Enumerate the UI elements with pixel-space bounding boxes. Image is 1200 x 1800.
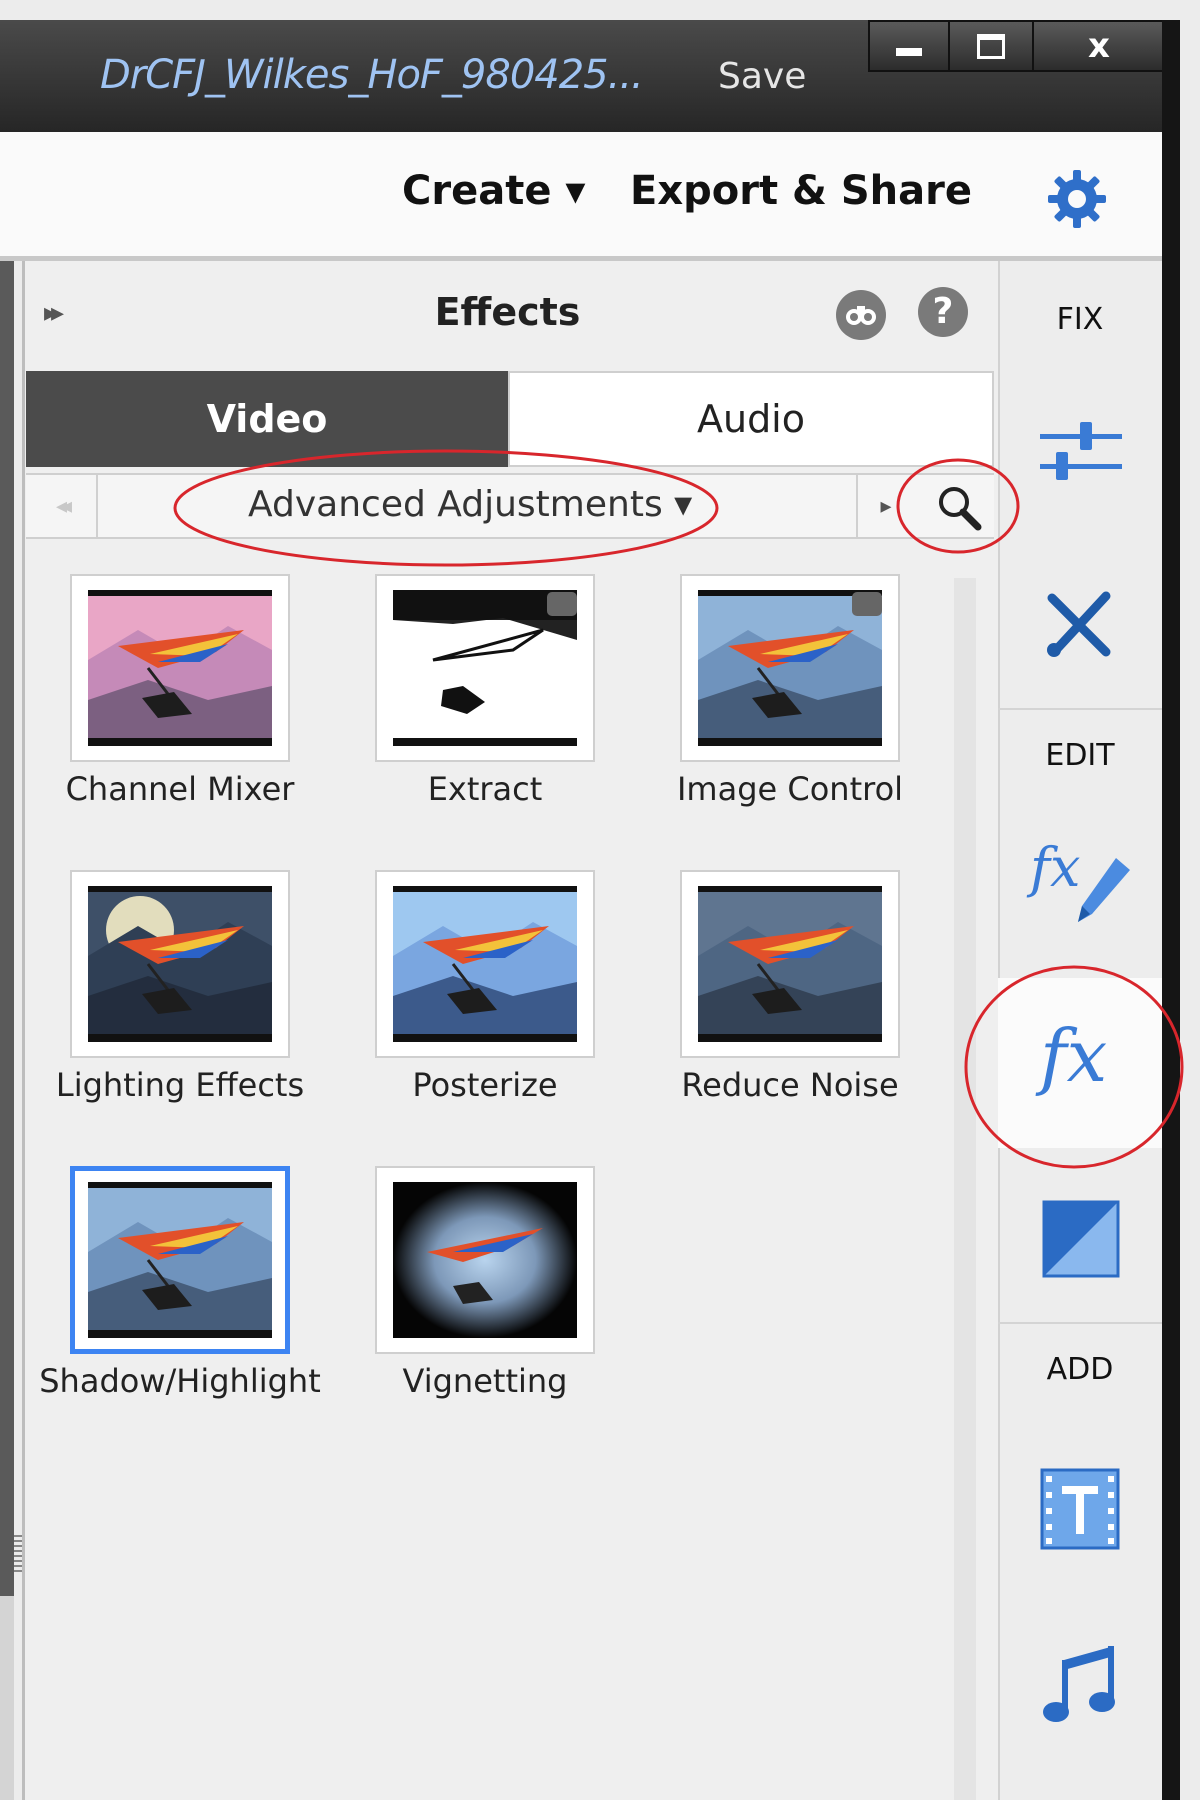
create-menu[interactable]: Create ▾ (402, 168, 585, 214)
adjustments-icon[interactable] (1036, 418, 1126, 488)
edit-section-label: EDIT (1045, 738, 1115, 773)
toolbar-separator (998, 708, 1162, 710)
save-button[interactable]: Save (718, 56, 806, 97)
binoculars-icon (846, 306, 876, 325)
effect-thumbnail (88, 1182, 272, 1338)
category-dropdown[interactable]: Advanced Adjustments ▾ (248, 484, 692, 525)
close-icon: x (1088, 26, 1110, 66)
minimize-icon (896, 48, 922, 56)
effect-label: Channel Mixer (65, 770, 295, 808)
premium-badge-icon (852, 592, 882, 616)
toolbar-separator (998, 1322, 1162, 1324)
search-icon[interactable] (928, 478, 992, 536)
add-section-label: ADD (1046, 1352, 1114, 1387)
minimize-button[interactable] (868, 20, 948, 72)
effect-label: Vignetting (402, 1362, 568, 1400)
fx-effects-label: fx (1040, 1014, 1108, 1098)
effect-tile[interactable] (375, 870, 595, 1058)
effect-tile[interactable] (680, 870, 900, 1058)
resize-grip[interactable] (14, 1535, 22, 1573)
effect-label: Posterize (412, 1066, 558, 1104)
gear-icon[interactable] (1044, 166, 1110, 232)
title-text-icon[interactable] (1040, 1468, 1120, 1550)
previous-category-button[interactable]: ◂◂ (26, 475, 98, 537)
next-category-button[interactable]: ▸ (856, 475, 914, 537)
effect-tile[interactable] (375, 1166, 595, 1354)
fx-edit-button[interactable]: fx (1030, 836, 1140, 936)
window-border (1162, 20, 1180, 1800)
fix-section-label: FIX (1056, 302, 1104, 337)
tab-audio[interactable]: Audio (508, 371, 994, 467)
music-icon[interactable] (1040, 1640, 1120, 1726)
effect-tile[interactable] (70, 574, 290, 762)
effect-tile[interactable] (70, 870, 290, 1058)
tools-icon[interactable] (1038, 584, 1120, 666)
help-icon[interactable]: ? (918, 287, 968, 337)
maximize-icon (977, 33, 1005, 59)
effect-tile[interactable] (375, 574, 595, 762)
maximize-button[interactable] (948, 20, 1032, 72)
document-title: DrCFJ_Wilkes_HoF_980425... (100, 52, 644, 98)
pencil-icon (1078, 858, 1130, 922)
effect-thumbnail (393, 1182, 577, 1338)
close-button[interactable]: x (1032, 20, 1166, 72)
tab-video[interactable]: Video (26, 371, 508, 467)
collapse-panel-icon[interactable]: ▸▸ (44, 298, 64, 328)
effect-tile[interactable] (70, 1166, 290, 1354)
effect-label: Extract (427, 770, 543, 808)
effect-label: Reduce Noise (681, 1066, 899, 1104)
effect-tile[interactable] (680, 574, 900, 762)
export-share-menu[interactable]: Export & Share (630, 168, 972, 214)
effect-label: Lighting Effects (55, 1066, 305, 1104)
left-panel-preview (0, 261, 14, 1596)
panel-title: Effects (434, 290, 581, 334)
effect-label: Image Control (676, 770, 904, 808)
fx-effects-button[interactable]: fx (1040, 1014, 1130, 1114)
transitions-icon[interactable] (1042, 1200, 1120, 1278)
effect-thumbnail (393, 886, 577, 1042)
fx-edit-label: fx (1030, 836, 1081, 899)
effect-thumbnail (88, 886, 272, 1042)
effect-label: Shadow/Highlight (39, 1362, 321, 1400)
effect-thumbnail (698, 886, 882, 1042)
effects-scrollbar[interactable] (954, 578, 976, 1800)
premium-badge-icon (547, 592, 577, 616)
effect-thumbnail (88, 590, 272, 746)
premium-info-icon[interactable] (836, 290, 886, 340)
